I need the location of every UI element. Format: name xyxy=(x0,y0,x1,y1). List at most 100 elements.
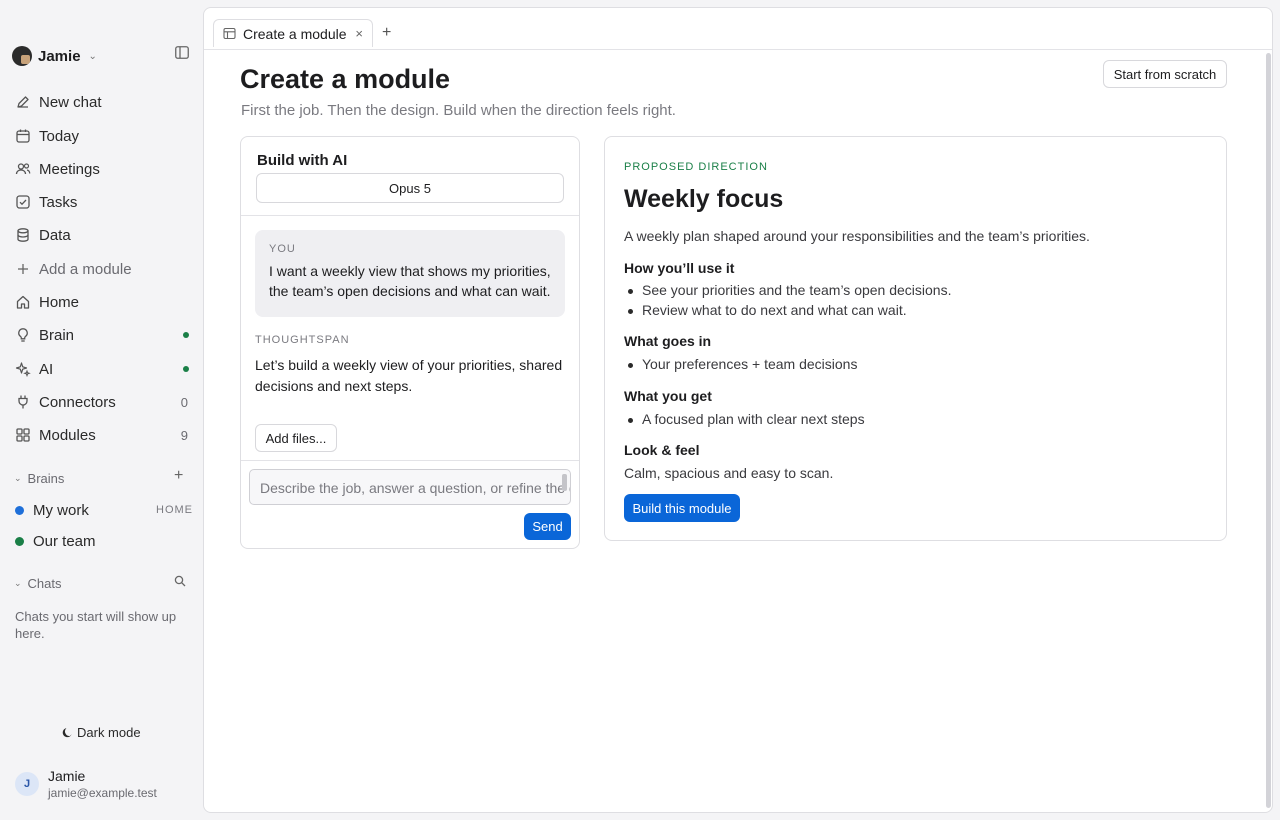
nav-ai[interactable]: AI xyxy=(8,354,195,384)
use-heading: How you’ll use it xyxy=(624,260,735,276)
direction-kicker: PROPOSED DIRECTION xyxy=(624,161,768,173)
nav-label: Modules xyxy=(39,426,96,444)
workspace-switcher[interactable]: Jamie ⌄ xyxy=(12,45,97,67)
nav-label: Data xyxy=(39,226,71,244)
outputs-heading: What you get xyxy=(624,388,712,404)
build-module-button[interactable]: Build this module xyxy=(624,494,740,522)
nav-tasks[interactable]: Tasks xyxy=(8,187,195,217)
page-subtitle: First the job. Then the design. Build wh… xyxy=(241,102,676,119)
lightbulb-icon xyxy=(15,327,31,343)
calendar-icon xyxy=(15,128,31,144)
nav-label: Brain xyxy=(39,326,75,344)
home-icon xyxy=(15,294,31,310)
nav-add-module[interactable]: Add a module xyxy=(8,254,195,284)
nav-today[interactable]: Today xyxy=(8,121,195,151)
model-selector[interactable]: Opus 5 xyxy=(256,173,564,203)
nav-meetings[interactable]: Meetings xyxy=(8,154,195,184)
tab-create-module[interactable]: Create a module × xyxy=(213,19,373,47)
nav-home[interactable]: Home xyxy=(8,287,195,317)
status-dot xyxy=(183,366,189,372)
dark-mode-toggle[interactable]: Dark mode xyxy=(62,725,141,740)
nav-label: Tasks xyxy=(39,193,78,211)
brain-my-work[interactable]: My work xyxy=(15,500,89,520)
look-text: Calm, spacious and easy to scan. xyxy=(624,465,834,481)
connectors-count: 0 xyxy=(180,394,188,410)
nav-modules[interactable]: Modules 9 xyxy=(8,420,195,450)
moon-icon xyxy=(62,727,73,738)
user-message-bubble: YOU I want a weekly view that shows my p… xyxy=(255,230,565,317)
nav-label: AI xyxy=(39,360,54,378)
dark-mode-label: Dark mode xyxy=(77,725,141,740)
main-panel: Create a module × + Create a module Firs… xyxy=(203,7,1273,813)
divider xyxy=(241,460,579,461)
send-button[interactable]: Send xyxy=(524,513,571,540)
people-icon xyxy=(15,161,31,177)
table-icon xyxy=(223,27,236,40)
brain-our-team[interactable]: Our team xyxy=(15,531,96,551)
input-scrollbar[interactable] xyxy=(562,474,567,491)
list-item: A focused plan with clear next steps xyxy=(628,411,865,427)
user-name: Jamie xyxy=(48,768,86,784)
brain-color-dot xyxy=(15,505,24,515)
plug-icon xyxy=(15,394,31,410)
sidebar: Jamie ⌄ New chat Today Meetings Tasks Da… xyxy=(0,0,203,820)
chevron-down-icon: ⌄ xyxy=(88,50,97,62)
user-email: jamie@example.test xyxy=(48,786,157,800)
direction-title: Weekly focus xyxy=(624,185,784,213)
sidebar-toggle-icon[interactable] xyxy=(175,46,189,59)
message-input[interactable]: Describe the job, answer a question, or … xyxy=(249,469,571,505)
nav-new-chat[interactable]: New chat xyxy=(8,87,195,117)
build-with-ai-panel: Build with AI Opus 5 YOU I want a weekly… xyxy=(240,136,580,549)
divider xyxy=(241,215,579,216)
list-item: Review what to do next and what can wait… xyxy=(628,302,907,318)
ai-panel-title: Build with AI xyxy=(257,152,348,169)
database-icon xyxy=(15,227,31,243)
sparkle-icon xyxy=(15,361,31,377)
page-title: Create a module xyxy=(240,64,451,94)
avatar: J xyxy=(15,772,39,796)
message-input-placeholder: Describe the job, answer a question, or … xyxy=(260,480,570,496)
home-badge: HOME xyxy=(156,504,193,516)
add-files-button[interactable]: Add files... xyxy=(255,424,337,452)
nav-label: Connectors xyxy=(39,393,116,411)
brain-color-dot xyxy=(15,536,24,546)
nav-data[interactable]: Data xyxy=(8,220,195,250)
inputs-heading: What goes in xyxy=(624,333,712,349)
chevron-down-icon: ⌄ xyxy=(14,578,22,588)
look-heading: Look & feel xyxy=(624,442,700,458)
checkbox-icon xyxy=(15,194,31,210)
message-author: YOU xyxy=(269,243,296,255)
chats-header-label: Chats xyxy=(27,576,62,591)
list-item: Your preferences + team decisions xyxy=(627,356,858,372)
plus-icon xyxy=(15,261,31,277)
scrollbar[interactable] xyxy=(1266,53,1271,808)
user-profile[interactable]: J Jamie jamie@example.test xyxy=(15,768,157,800)
workspace-name: Jamie xyxy=(38,47,81,65)
brain-label: Our team xyxy=(33,532,96,550)
start-from-scratch-button[interactable]: Start from scratch xyxy=(1103,60,1227,88)
status-dot xyxy=(183,332,189,338)
chats-section-header[interactable]: ⌄ Chats xyxy=(14,576,62,591)
add-brain-icon[interactable]: + xyxy=(174,467,183,485)
direction-description: A weekly plan shaped around your respons… xyxy=(624,228,1090,244)
nav-label: Meetings xyxy=(39,160,100,178)
new-tab-icon[interactable]: + xyxy=(382,24,391,42)
close-icon[interactable]: × xyxy=(355,26,363,41)
brains-header-label: Brains xyxy=(27,471,65,486)
assistant-message-text: Let’s build a weekly view of your priori… xyxy=(255,357,563,394)
chevron-down-icon: ⌄ xyxy=(14,473,22,483)
nav-label: Today xyxy=(39,127,80,145)
list-item: See your priorities and the team’s open … xyxy=(627,282,952,298)
nav-connectors[interactable]: Connectors 0 xyxy=(8,387,195,417)
nav-label: Add a module xyxy=(39,260,132,278)
user-message-text: I want a weekly view that shows my prior… xyxy=(269,263,551,299)
nav-label: Home xyxy=(39,293,80,311)
nav-brain[interactable]: Brain xyxy=(8,320,195,350)
search-chats-icon[interactable] xyxy=(174,575,186,587)
pencil-icon xyxy=(15,94,31,110)
workspace-avatar xyxy=(12,46,32,66)
brains-section-header[interactable]: ⌄ Brains xyxy=(14,471,64,486)
proposed-direction-card: PROPOSED DIRECTION Weekly focus A weekly… xyxy=(604,136,1227,541)
nav-label: New chat xyxy=(39,93,102,111)
brain-label: My work xyxy=(33,501,89,519)
